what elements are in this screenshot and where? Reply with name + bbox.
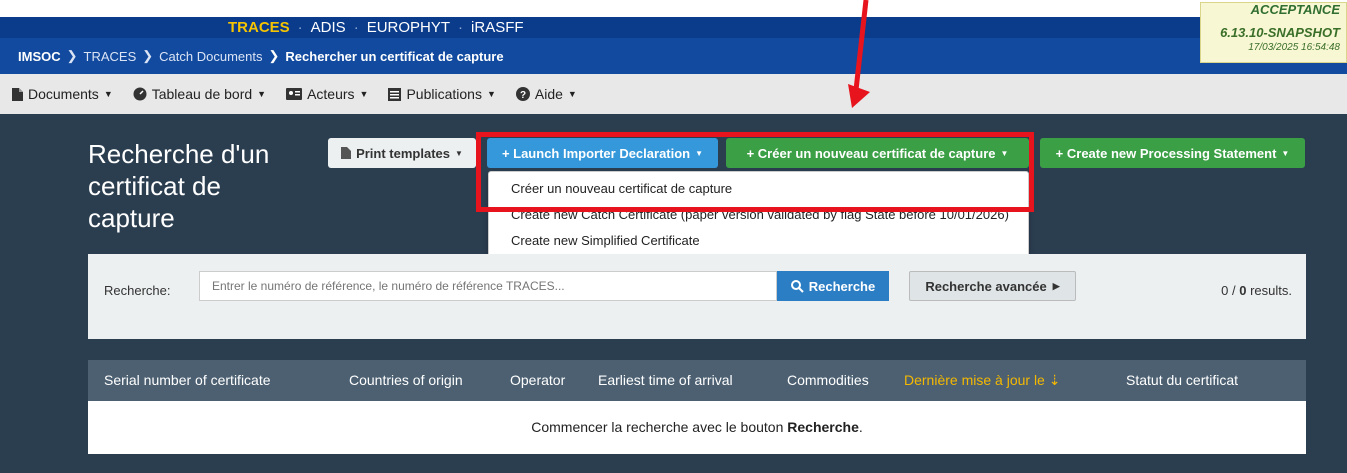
menu-actors-label: Acteurs — [307, 86, 355, 102]
search-label: Recherche: — [104, 283, 171, 298]
question-circle-icon: ? — [515, 87, 530, 101]
menu-publications-label: Publications — [406, 86, 482, 102]
menu-actors[interactable]: Acteurs ▼ — [286, 86, 368, 102]
caret-down-icon: ▼ — [567, 89, 577, 99]
menu-dashboard[interactable]: Tableau de bord ▼ — [133, 86, 266, 102]
dropdown-item-new-catch-certificate[interactable]: Créer un nouveau certificat de capture — [489, 176, 1028, 202]
search-input[interactable] — [199, 271, 777, 301]
page-title: Recherche d'un certificat de capture — [88, 139, 270, 233]
menu-publications[interactable]: Publications ▼ — [388, 86, 496, 102]
caret-down-icon: ▼ — [1281, 148, 1290, 158]
app-switcher: TRACES · ADIS · EUROPHYT · iRASFF — [0, 17, 1347, 38]
menu-help[interactable]: ? Aide ▼ — [515, 86, 577, 102]
breadcrumb: IMSOC ❯ TRACES ❯ Catch Documents ❯ Reche… — [0, 38, 1347, 74]
top-margin — [0, 0, 1347, 17]
results-table-header: Serial number of certificate Countries o… — [88, 360, 1306, 401]
app-separator: · — [353, 19, 359, 36]
menu-documents-label: Documents — [28, 86, 99, 102]
sort-descending-icon: ⇣ — [1048, 372, 1061, 388]
breadcrumb-item-traces[interactable]: TRACES — [84, 49, 137, 64]
menu-dashboard-label: Tableau de bord — [151, 86, 253, 102]
search-panel: Recherche: Recherche Recherche avancée ▶… — [88, 254, 1306, 339]
results-table-empty: Commencer la recherche avec le bouton Re… — [88, 401, 1306, 454]
newspaper-icon — [388, 87, 402, 101]
column-serial-number[interactable]: Serial number of certificate — [104, 372, 271, 388]
print-templates-label: Print templates — [356, 145, 450, 161]
launch-importer-declaration-button[interactable]: + Launch Importer Declaration ▼ — [487, 138, 718, 168]
chevron-right-icon: ❯ — [142, 48, 154, 63]
main-menu: Documents ▼ Tableau de bord ▼ Acteurs ▼ … — [0, 74, 1347, 114]
chevron-right-icon: ❯ — [66, 48, 78, 63]
breadcrumb-item-catch-documents[interactable]: Catch Documents — [159, 49, 262, 64]
app-links: TRACES · ADIS · EUROPHYT · iRASFF — [228, 17, 524, 38]
column-commodities[interactable]: Commodities — [787, 372, 869, 388]
empty-message-prefix: Commencer la recherche avec le bouton — [531, 419, 788, 435]
column-certificate-status[interactable]: Statut du certificat — [1126, 372, 1238, 388]
create-catch-certificate-button[interactable]: + Créer un nouveau certificat de capture… — [726, 138, 1029, 168]
caret-down-icon: ▼ — [455, 148, 463, 158]
caret-down-icon: ▼ — [695, 148, 704, 158]
main-content: Recherche d'un certificat de capture Pri… — [0, 114, 1347, 473]
column-operator[interactable]: Operator — [510, 372, 565, 388]
empty-message-suffix: . — [858, 419, 863, 435]
app-link-europhyt[interactable]: EUROPHYT — [367, 19, 450, 36]
search-button[interactable]: Recherche — [777, 271, 889, 301]
launch-importer-label: + Launch Importer Declaration — [501, 145, 691, 161]
chevron-right-icon: ❯ — [268, 48, 280, 63]
caret-down-icon: ▼ — [486, 89, 496, 99]
create-catch-certificate-label: + Créer un nouveau certificat de capture — [746, 145, 996, 161]
create-certificate-dropdown: Créer un nouveau certificat de capture C… — [488, 171, 1029, 257]
search-button-label: Recherche — [808, 278, 876, 294]
results-count-suffix: results. — [1246, 283, 1292, 298]
column-last-updated[interactable]: Dernière mise à jour le ⇣ — [904, 372, 1060, 389]
column-last-updated-label: Dernière mise à jour le — [904, 372, 1045, 388]
results-count: 0 / 0 results. — [1221, 283, 1292, 298]
column-earliest-arrival[interactable]: Earliest time of arrival — [598, 372, 733, 388]
column-countries-of-origin[interactable]: Countries of origin — [349, 372, 463, 388]
create-processing-statement-button[interactable]: + Create new Processing Statement ▼ — [1040, 138, 1305, 168]
caret-down-icon: ▼ — [257, 89, 267, 99]
version-timestamp: 17/03/2025 16:54:48 — [1248, 42, 1340, 53]
file-icon — [341, 147, 352, 159]
version-badge: ACCEPTANCE 6.13.10-SNAPSHOT 17/03/2025 1… — [1200, 2, 1347, 63]
app-separator: · — [458, 19, 464, 36]
dropdown-item-simplified-certificate[interactable]: Create new Simplified Certificate — [489, 228, 1028, 254]
advanced-search-button[interactable]: Recherche avancée ▶ — [909, 271, 1076, 301]
version-number: 6.13.10-SNAPSHOT — [1220, 25, 1340, 40]
caret-down-icon: ▼ — [359, 89, 369, 99]
dashboard-icon — [133, 87, 147, 101]
search-icon — [790, 279, 804, 293]
app-link-irasff[interactable]: iRASFF — [471, 19, 524, 36]
create-processing-label: + Create new Processing Statement — [1055, 145, 1277, 161]
app-separator: · — [297, 19, 303, 36]
environment-label: ACCEPTANCE — [1250, 3, 1340, 17]
document-icon — [12, 87, 23, 101]
svg-text:?: ? — [520, 90, 526, 101]
app-link-adis[interactable]: ADIS — [311, 19, 346, 36]
breadcrumb-root[interactable]: IMSOC — [18, 49, 61, 64]
caret-down-icon: ▼ — [103, 89, 113, 99]
breadcrumb-current: Rechercher un certificat de capture — [285, 48, 504, 64]
dropdown-item-paper-catch-certificate[interactable]: Create new Catch Certificate (paper vers… — [489, 202, 1028, 228]
app-link-traces[interactable]: TRACES — [228, 19, 290, 36]
menu-documents[interactable]: Documents ▼ — [12, 86, 113, 102]
advanced-search-label: Recherche avancée — [925, 278, 1047, 294]
results-count-prefix: 0 / — [1221, 283, 1240, 298]
print-templates-button[interactable]: Print templates ▼ — [328, 138, 476, 168]
id-card-icon — [286, 88, 303, 100]
empty-message-bold: Recherche — [787, 419, 859, 435]
caret-right-icon: ▶ — [1052, 280, 1060, 291]
caret-down-icon: ▼ — [1000, 148, 1009, 158]
menu-help-label: Aide — [534, 86, 563, 102]
